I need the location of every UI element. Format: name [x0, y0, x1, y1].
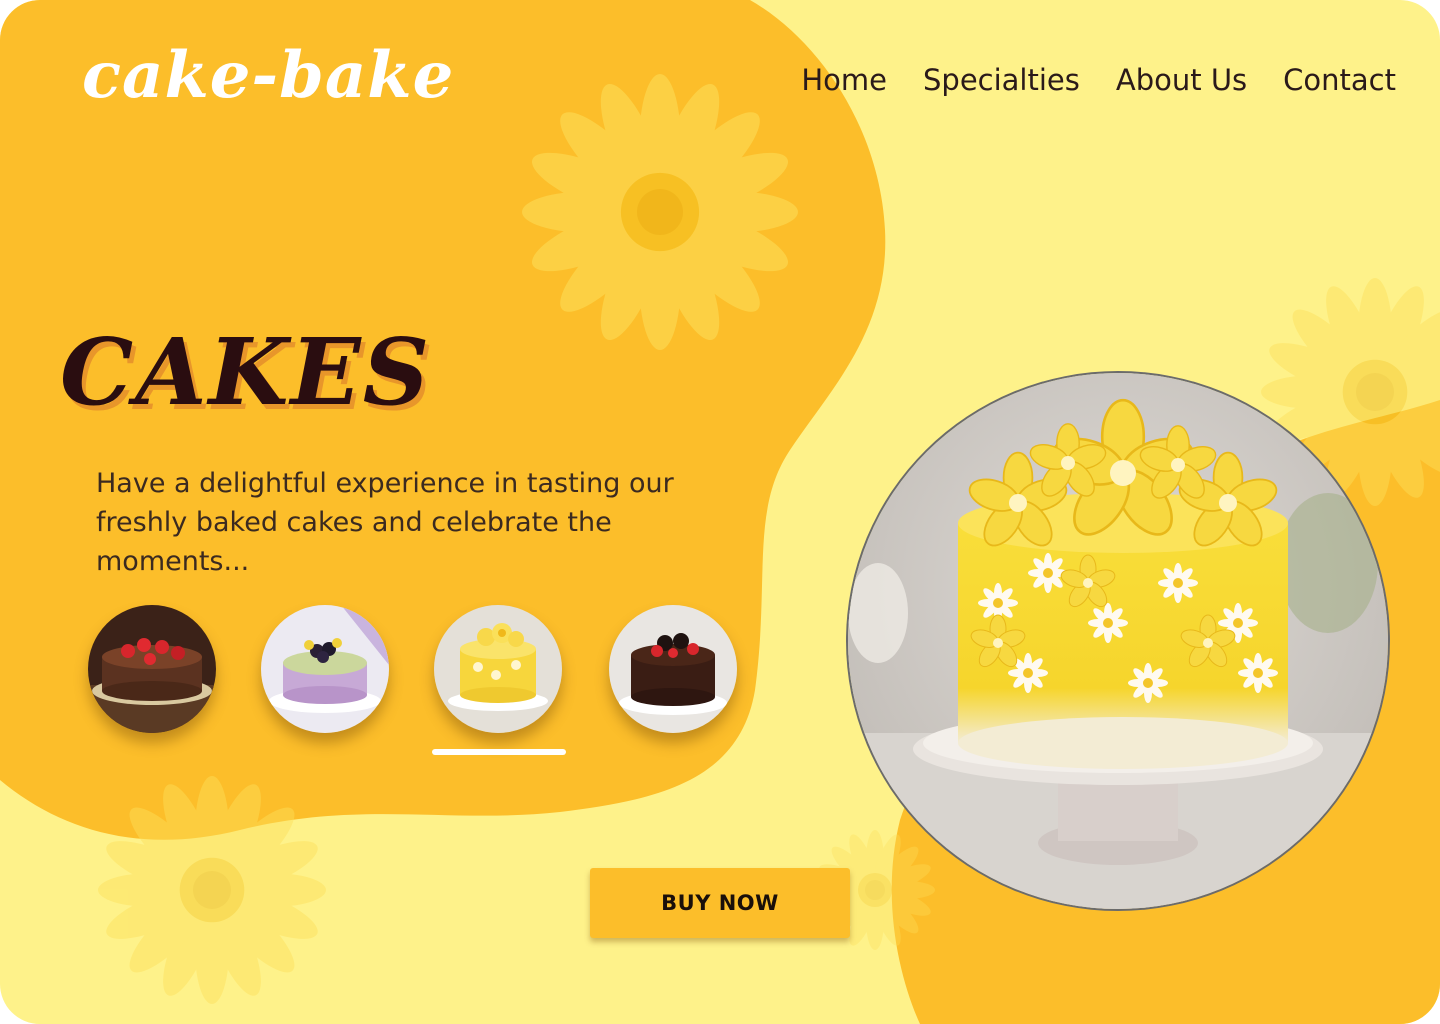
carousel-selection-indicator — [432, 749, 566, 755]
nav-item-contact[interactable]: Contact — [1265, 62, 1396, 98]
nav-item-specialties[interactable]: Specialties — [905, 62, 1098, 98]
main-nav: Home Specialties About Us Contact — [783, 62, 1396, 98]
page-frame: cake-bake Home Specialties About Us Cont… — [0, 0, 1440, 1024]
chocolate-oreo-cake-icon[interactable] — [609, 605, 737, 733]
hero-tagline: Have a delightful experience in tasting … — [96, 468, 674, 577]
featured-cake-image — [848, 373, 1388, 909]
brand-logo[interactable]: cake-bake — [82, 38, 454, 113]
chocolate-strawberry-cake-icon[interactable] — [88, 605, 216, 733]
buy-now-button[interactable]: BUY NOW — [590, 868, 850, 938]
nav-item-home[interactable]: Home — [783, 62, 905, 98]
blackberry-cheesecake-icon[interactable] — [261, 605, 389, 733]
hero-title: CAKES — [60, 318, 432, 426]
yellow-flower-cake-icon[interactable] — [434, 605, 562, 733]
nav-item-about-us[interactable]: About Us — [1098, 62, 1265, 98]
cake-thumbnail-carousel — [88, 605, 748, 765]
